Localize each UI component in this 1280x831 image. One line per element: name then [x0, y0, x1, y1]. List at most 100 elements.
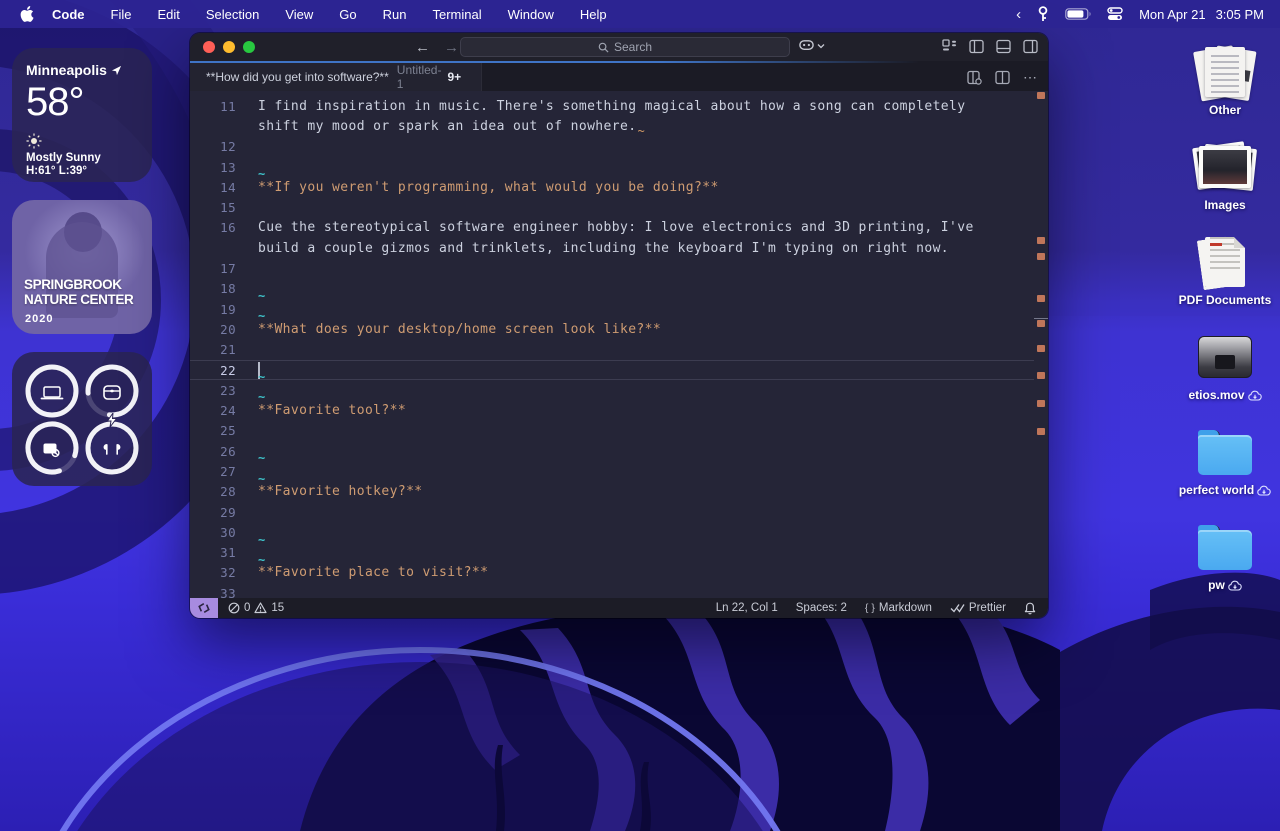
editor-line[interactable]: 18~	[190, 279, 1034, 299]
editor-line[interactable]: 25	[190, 421, 1034, 441]
remote-indicator[interactable]	[190, 598, 218, 618]
line-number[interactable]: 26	[190, 444, 236, 459]
editor-line[interactable]: 30~	[190, 522, 1034, 542]
desktop-icon-other[interactable]: Other	[1182, 44, 1268, 139]
editor-line[interactable]: 22~	[190, 360, 1034, 380]
toggle-panel-icon[interactable]	[996, 39, 1011, 54]
editor-line[interactable]: 14**If you weren't programming, what wou…	[190, 177, 1034, 197]
editor-pane[interactable]: 11I find inspiration in music. There's s…	[190, 91, 1048, 598]
key-icon[interactable]	[1037, 6, 1049, 22]
line-number[interactable]: 33	[190, 586, 236, 598]
line-number[interactable]: 19	[190, 302, 236, 317]
menu-item-go[interactable]: Go	[339, 7, 356, 22]
battery-ring-macbook[interactable]	[24, 363, 80, 419]
apple-menu-icon[interactable]	[20, 6, 34, 22]
editor-line[interactable]: 23~	[190, 380, 1034, 400]
line-number[interactable]: 29	[190, 505, 236, 520]
line-number[interactable]: 22	[190, 363, 236, 378]
desktop-icon-pw[interactable]: pw	[1182, 519, 1268, 614]
customize-layout-icon[interactable]	[942, 39, 957, 54]
editor-line[interactable]: 16Cue the stereotypical software enginee…	[190, 218, 1034, 238]
command-center-search[interactable]: Search	[460, 37, 790, 57]
control-center-icon[interactable]	[1107, 7, 1123, 21]
line-number[interactable]: 24	[190, 403, 236, 418]
formatter-status[interactable]: Prettier	[950, 602, 1006, 614]
menu-item-selection[interactable]: Selection	[206, 7, 259, 22]
batteries-widget[interactable]	[12, 352, 152, 486]
line-number[interactable]: 25	[190, 423, 236, 438]
menubar-clock[interactable]: Mon Apr 21 3:05 PM	[1139, 7, 1264, 22]
window-titlebar[interactable]: ← → Search	[190, 33, 1048, 61]
editor-line[interactable]: 24**Favorite tool?**	[190, 400, 1034, 420]
editor-line[interactable]: 27~	[190, 461, 1034, 481]
editor-line[interactable]: 12	[190, 137, 1034, 157]
problems-summary[interactable]: 0 15	[228, 602, 284, 614]
editor-line[interactable]: 17	[190, 258, 1034, 278]
more-actions-icon[interactable]: ⋯	[1023, 69, 1038, 86]
battery-ring-airpods[interactable]	[84, 420, 140, 476]
line-number[interactable]: 23	[190, 383, 236, 398]
line-number[interactable]: 11	[190, 99, 236, 114]
editor-line[interactable]: 11I find inspiration in music. There's s…	[190, 96, 1034, 116]
editor-line[interactable]: 15	[190, 197, 1034, 217]
editor-line[interactable]: 20**What does your desktop/home screen l…	[190, 319, 1034, 339]
line-number[interactable]: 31	[190, 545, 236, 560]
editor-line[interactable]: 21	[190, 340, 1034, 360]
weather-widget[interactable]: Minneapolis 58° Mostly Sunny H:61° L:39°	[12, 48, 152, 182]
line-number[interactable]: 32	[190, 565, 236, 580]
desktop-icon-pdf-documents[interactable]: PDF Documents	[1182, 234, 1268, 329]
editor-line[interactable]: build a couple gizmos and trinklets, inc…	[190, 238, 1034, 258]
forward-button[interactable]: →	[444, 39, 459, 56]
open-changes-icon[interactable]	[967, 70, 982, 85]
zoom-button[interactable]	[243, 41, 255, 53]
cursor-position[interactable]: Ln 22, Col 1	[716, 602, 778, 614]
editor-line[interactable]: 33	[190, 583, 1034, 598]
battery-icon[interactable]	[1065, 8, 1091, 20]
line-number[interactable]: 17	[190, 261, 236, 276]
tab-untitled-1[interactable]: **How did you get into software?** Untit…	[190, 63, 482, 91]
overview-ruler[interactable]	[1034, 91, 1048, 598]
editor-line[interactable]: 29	[190, 502, 1034, 522]
editor-line[interactable]: 13~	[190, 157, 1034, 177]
line-number[interactable]: 16	[190, 220, 236, 235]
line-number[interactable]: 15	[190, 200, 236, 215]
menubar-collapse-icon[interactable]: ‹	[1016, 6, 1021, 23]
copilot-menu[interactable]	[798, 38, 825, 53]
line-number[interactable]: 14	[190, 180, 236, 195]
close-button[interactable]	[203, 41, 215, 53]
line-number[interactable]: 13	[190, 160, 236, 175]
editor-line[interactable]: 26~	[190, 441, 1034, 461]
toggle-primary-sidebar-icon[interactable]	[969, 39, 984, 54]
menu-item-help[interactable]: Help	[580, 7, 607, 22]
editor-line[interactable]: 19~	[190, 299, 1034, 319]
line-number[interactable]: 12	[190, 139, 236, 154]
line-number[interactable]: 28	[190, 484, 236, 499]
language-mode[interactable]: { } Markdown	[865, 602, 932, 614]
editor-line[interactable]: 32**Favorite place to visit?**	[190, 563, 1034, 583]
battery-ring-airpods-case[interactable]	[84, 363, 140, 419]
notifications-bell-icon[interactable]	[1024, 602, 1036, 615]
line-number[interactable]: 27	[190, 464, 236, 479]
line-number[interactable]: 20	[190, 322, 236, 337]
menu-item-window[interactable]: Window	[508, 7, 554, 22]
desktop-icon-perfect-world[interactable]: perfect world	[1182, 424, 1268, 519]
back-button[interactable]: ←	[415, 39, 430, 56]
menu-item-file[interactable]: File	[111, 7, 132, 22]
editor-line[interactable]: shift my mood or spark an idea out of no…	[190, 116, 1034, 136]
menu-item-run[interactable]: Run	[383, 7, 407, 22]
menu-item-terminal[interactable]: Terminal	[433, 7, 482, 22]
battery-ring-trackpad[interactable]	[24, 420, 80, 476]
editor-line[interactable]: 31~	[190, 543, 1034, 563]
split-editor-icon[interactable]	[995, 70, 1010, 85]
editor-line[interactable]: 28**Favorite hotkey?**	[190, 482, 1034, 502]
toggle-secondary-sidebar-icon[interactable]	[1023, 39, 1038, 54]
menu-item-view[interactable]: View	[285, 7, 313, 22]
desktop-icon-images[interactable]: Images	[1182, 139, 1268, 234]
menu-item-app[interactable]: Code	[52, 7, 85, 22]
line-number[interactable]: 18	[190, 281, 236, 296]
photo-widget[interactable]: Springbrook Nature Center 2020	[12, 200, 152, 334]
indentation-setting[interactable]: Spaces: 2	[796, 602, 847, 614]
menu-item-edit[interactable]: Edit	[157, 7, 179, 22]
line-number[interactable]: 21	[190, 342, 236, 357]
minimize-button[interactable]	[223, 41, 235, 53]
